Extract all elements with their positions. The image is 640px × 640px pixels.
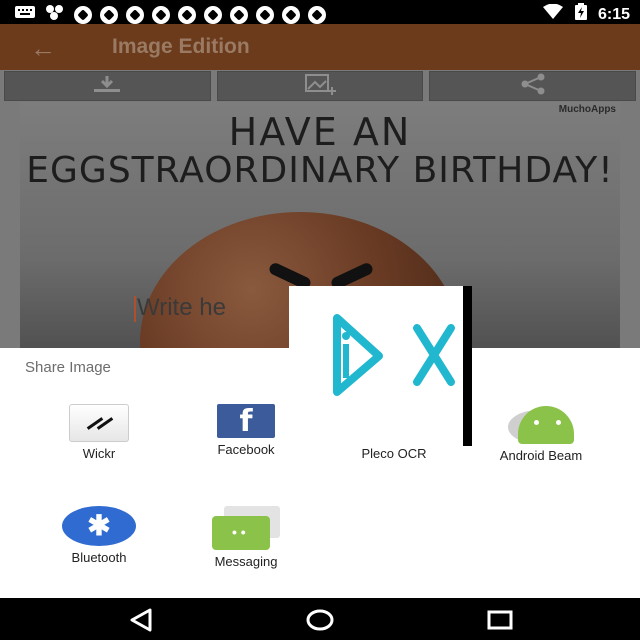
px-logo xyxy=(329,306,459,396)
messaging-icon: • • xyxy=(210,506,282,550)
facebook-icon: f xyxy=(217,404,275,439)
status-right: 6:15 xyxy=(542,3,630,26)
floating-logo-overlay[interactable] xyxy=(289,286,472,446)
bubbles-icon xyxy=(44,4,66,25)
share-app-wickr[interactable]: Wickr xyxy=(25,404,173,461)
headline-line-1: HAVE AN xyxy=(228,110,412,154)
soccer-icon xyxy=(282,5,300,24)
app-bar: ← Image Edition xyxy=(0,24,640,70)
soccer-icon xyxy=(230,5,248,24)
headline-line-2: EGGSTRAORDINARY BIRTHDAY! xyxy=(26,150,614,191)
battery-charging-icon xyxy=(574,3,588,26)
share-app-label: Wickr xyxy=(82,446,116,461)
write-here-field[interactable]: Write he xyxy=(137,294,226,322)
download-button[interactable] xyxy=(4,71,211,101)
recents-icon[interactable] xyxy=(487,608,513,637)
share-app-messaging[interactable]: • • Messaging xyxy=(172,506,320,569)
share-sheet-title: Share Image xyxy=(25,359,111,376)
text-cursor xyxy=(134,296,136,322)
soccer-icon xyxy=(100,5,118,24)
soccer-icon xyxy=(74,5,92,24)
soccer-icon xyxy=(204,5,222,24)
soccer-icon xyxy=(308,5,326,24)
share-app-label: Android Beam xyxy=(499,448,583,463)
image-toolbar xyxy=(0,71,640,101)
share-app-android-beam[interactable]: Android Beam xyxy=(467,404,615,463)
share-app-bluetooth[interactable]: ✱ Bluetooth xyxy=(25,506,173,565)
android-beam-icon xyxy=(508,404,574,444)
notification-icons xyxy=(14,4,326,25)
wickr-icon xyxy=(69,404,129,442)
share-icon xyxy=(518,73,548,100)
back-icon[interactable] xyxy=(128,608,154,637)
share-app-label: Bluetooth xyxy=(71,550,127,565)
app-title: Image Edition xyxy=(112,35,250,58)
status-bar: 6:15 xyxy=(0,0,640,24)
soccer-icon xyxy=(126,5,144,24)
overlay-edge xyxy=(463,286,472,446)
back-arrow-icon[interactable]: ← xyxy=(30,33,56,64)
share-app-label: Messaging xyxy=(214,554,278,569)
add-image-button[interactable] xyxy=(216,71,424,101)
download-icon xyxy=(90,75,124,98)
status-time: 6:15 xyxy=(597,5,630,23)
soccer-icon xyxy=(152,5,170,24)
share-app-label: Pleco OCR xyxy=(361,446,427,461)
soccer-icon xyxy=(256,5,274,24)
share-button[interactable] xyxy=(429,71,637,101)
bluetooth-icon: ✱ xyxy=(62,506,136,546)
add-image-icon xyxy=(300,73,340,100)
soccer-icon xyxy=(178,5,196,24)
wifi-icon xyxy=(542,3,564,25)
navigation-bar xyxy=(0,598,640,640)
home-icon[interactable] xyxy=(306,608,334,637)
keyboard-icon xyxy=(14,5,36,24)
